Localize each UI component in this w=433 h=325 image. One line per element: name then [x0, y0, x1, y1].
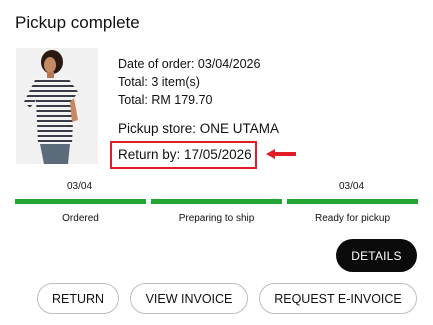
return-button[interactable]: RETURN — [37, 283, 119, 314]
page-title: Pickup complete — [15, 13, 140, 32]
step-label-ready: Ready for pickup — [314, 213, 391, 224]
pickup-store: Pickup store: ONE UTAMA — [118, 121, 280, 136]
request-einvoice-button[interactable]: REQUEST E-INVOICE — [259, 283, 417, 314]
step-date-ordered: 03/04 — [67, 181, 93, 192]
view-invoice-button[interactable]: VIEW INVOICE — [130, 283, 248, 314]
step-date-ready: 03/04 — [339, 181, 365, 192]
step-label-preparing: Preparing to ship — [178, 213, 255, 224]
product-image[interactable] — [16, 48, 98, 164]
order-total-amount: Total: RM 179.70 — [118, 93, 213, 107]
order-total-items: Total: 3 item(s) — [118, 75, 200, 89]
left-arrow-icon — [266, 149, 296, 159]
step-label-ordered: Ordered — [62, 213, 99, 224]
return-by-date: Return by: 17/05/2026 — [118, 147, 252, 162]
order-date: Date of order: 03/04/2026 — [118, 57, 261, 71]
progress-bar-preparing — [151, 199, 282, 204]
progress-bar-ready — [287, 199, 418, 204]
progress-bar-ordered — [15, 199, 146, 204]
details-button[interactable]: DETAILS — [336, 239, 417, 272]
